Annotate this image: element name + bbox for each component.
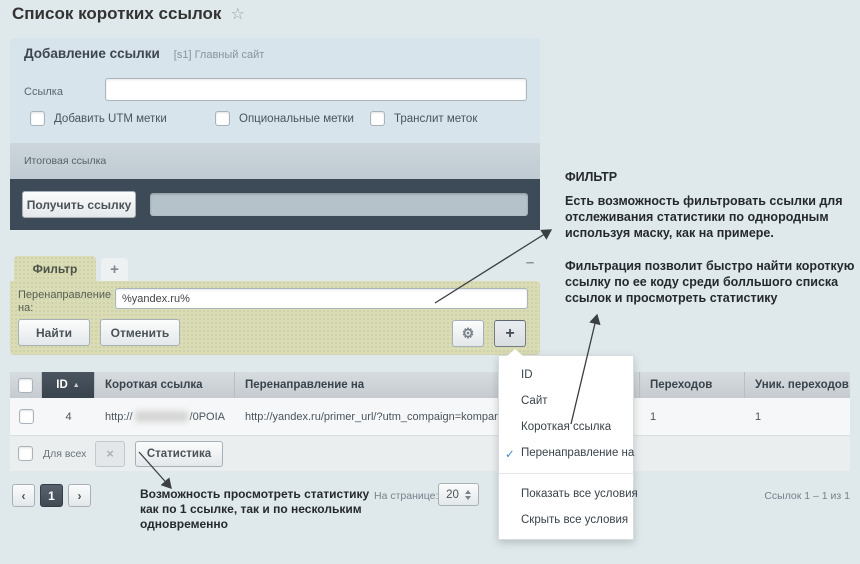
- next-page-button[interactable]: ›: [68, 484, 91, 507]
- cancel-button[interactable]: Отменить: [100, 319, 180, 346]
- statistics-button[interactable]: Статистика: [135, 441, 223, 467]
- current-page-button[interactable]: 1: [40, 484, 63, 507]
- result-link-label: Итоговая ссылка: [24, 155, 106, 167]
- links-table: ID ▲ Короткая ссылка Перенаправление на …: [10, 372, 850, 471]
- checkbox-icon[interactable]: [215, 111, 230, 126]
- menu-item-redirect[interactable]: ✓ Перенаправление на: [499, 440, 633, 466]
- redacted-domain: [135, 411, 188, 422]
- menu-item-hide-all-label: Скрыть все условия: [521, 514, 628, 526]
- page: Список коротких ссылок ☆ Добавление ссыл…: [0, 0, 860, 564]
- select-all-cell: [10, 372, 42, 398]
- checkbox-icon[interactable]: [30, 111, 45, 126]
- link-label: Ссылка: [24, 86, 63, 98]
- for-all-label: Для всех: [43, 448, 86, 460]
- checkbox-translit[interactable]: Транслит меток: [370, 111, 477, 126]
- sort-asc-icon: ▲: [73, 382, 80, 389]
- close-button[interactable]: ×: [95, 441, 125, 467]
- menu-item-show-all-label: Показать все условия: [521, 488, 638, 500]
- short-link-suffix: /0POIA: [190, 411, 225, 423]
- row-clicks-cell: 1: [640, 398, 745, 435]
- row-unique-clicks-cell: 1: [745, 398, 850, 435]
- chevron-left-icon: ‹: [22, 489, 26, 503]
- menu-item-short-link[interactable]: Короткая ссылка: [499, 414, 633, 440]
- row-select-cell: [10, 398, 42, 435]
- menu-item-redirect-label: Перенаправление на: [521, 447, 634, 459]
- menu-item-hide-all[interactable]: Скрыть все условия: [499, 507, 633, 533]
- select-all-checkbox[interactable]: [18, 378, 33, 393]
- menu-separator: [499, 473, 633, 474]
- column-header-short-link[interactable]: Короткая ссылка: [95, 372, 235, 398]
- checkbox-translit-label: Транслит меток: [394, 113, 477, 125]
- short-link-prefix: http://: [105, 411, 133, 423]
- table-row: 4 http:// /0POIA http://yandex.ru/primer…: [10, 398, 850, 436]
- result-link-field: [150, 193, 528, 216]
- per-page-select[interactable]: 20: [438, 483, 479, 506]
- site-label: [s1] Главный сайт: [174, 49, 265, 61]
- prev-page-button[interactable]: ‹: [12, 484, 35, 507]
- check-icon: ✓: [505, 447, 515, 461]
- menu-item-id-label: ID: [521, 369, 533, 381]
- plus-icon: +: [505, 325, 514, 343]
- page-header: Список коротких ссылок ☆: [12, 4, 245, 24]
- page-title: Список коротких ссылок: [12, 4, 221, 24]
- for-all-checkbox[interactable]: [18, 446, 33, 461]
- checkbox-utm-label: Добавить UTM метки: [54, 113, 167, 125]
- dropdown-caret-icon: [507, 349, 523, 356]
- gear-icon: ⚙: [462, 325, 475, 342]
- annotation-filter-paragraph-2: Фильтрация позволит быстро найти коротку…: [565, 258, 860, 306]
- add-filter-tab-button[interactable]: +: [101, 258, 128, 281]
- table-header-row: ID ▲ Короткая ссылка Перенаправление на …: [10, 372, 850, 398]
- checkbox-optional-label: Опциональные метки: [239, 113, 354, 125]
- collapse-filter-icon[interactable]: –: [522, 254, 538, 270]
- get-link-bar: Получить ссылку: [10, 179, 540, 230]
- annotation-statistics-note: Возможность просмотреть статистику как п…: [140, 487, 390, 532]
- find-button[interactable]: Найти: [18, 319, 90, 346]
- menu-item-site-label: Сайт: [521, 395, 548, 407]
- column-header-id[interactable]: ID ▲: [42, 372, 95, 398]
- column-header-clicks[interactable]: Переходов: [640, 372, 745, 398]
- checkbox-utm[interactable]: Добавить UTM метки: [30, 111, 215, 126]
- get-link-button[interactable]: Получить ссылку: [22, 191, 136, 218]
- checkbox-optional[interactable]: Опциональные метки: [215, 111, 370, 126]
- add-link-panel: Добавление ссылки [s1] Главный сайт Ссыл…: [10, 38, 540, 230]
- menu-item-short-link-label: Короткая ссылка: [521, 421, 611, 433]
- row-short-link-cell: http:// /0POIA: [95, 398, 235, 435]
- menu-item-site[interactable]: Сайт: [499, 388, 633, 414]
- per-page-value: 20: [446, 489, 459, 501]
- redirect-filter-label: Перенаправление на:: [18, 289, 114, 315]
- link-input[interactable]: [105, 78, 527, 101]
- chevron-right-icon: ›: [78, 489, 82, 503]
- checkbox-icon[interactable]: [370, 111, 385, 126]
- column-header-id-label: ID: [56, 379, 68, 391]
- filter-panel: Перенаправление на: Найти Отменить ⚙ +: [10, 281, 540, 355]
- links-count-label: Ссылок 1 – 1 из 1: [700, 490, 850, 502]
- result-link-strip: Итоговая ссылка: [10, 143, 540, 179]
- annotation-filter-paragraph-1: Есть возможность фильтровать ссылки для …: [565, 193, 857, 241]
- conditions-dropdown: ID Сайт Короткая ссылка ✓ Перенаправлени…: [498, 355, 634, 540]
- gear-button[interactable]: ⚙: [452, 320, 484, 347]
- add-panel-title: Добавление ссылки: [24, 46, 160, 61]
- column-header-unique-clicks[interactable]: Уник. переходов: [745, 372, 850, 398]
- table-footer-row: Для всех × Статистика: [10, 436, 850, 471]
- menu-item-show-all[interactable]: Показать все условия: [499, 481, 633, 507]
- menu-item-id[interactable]: ID: [499, 362, 633, 388]
- add-condition-button[interactable]: +: [494, 320, 526, 347]
- star-icon[interactable]: ☆: [230, 4, 244, 24]
- tab-filter[interactable]: Фильтр: [14, 256, 96, 281]
- close-icon: ×: [106, 446, 114, 461]
- row-id-cell: 4: [42, 398, 95, 435]
- row-checkbox[interactable]: [19, 409, 34, 424]
- redirect-filter-input[interactable]: [115, 288, 528, 309]
- select-arrows-icon: [465, 490, 471, 500]
- annotation-filter-title: ФИЛЬТР: [565, 170, 617, 184]
